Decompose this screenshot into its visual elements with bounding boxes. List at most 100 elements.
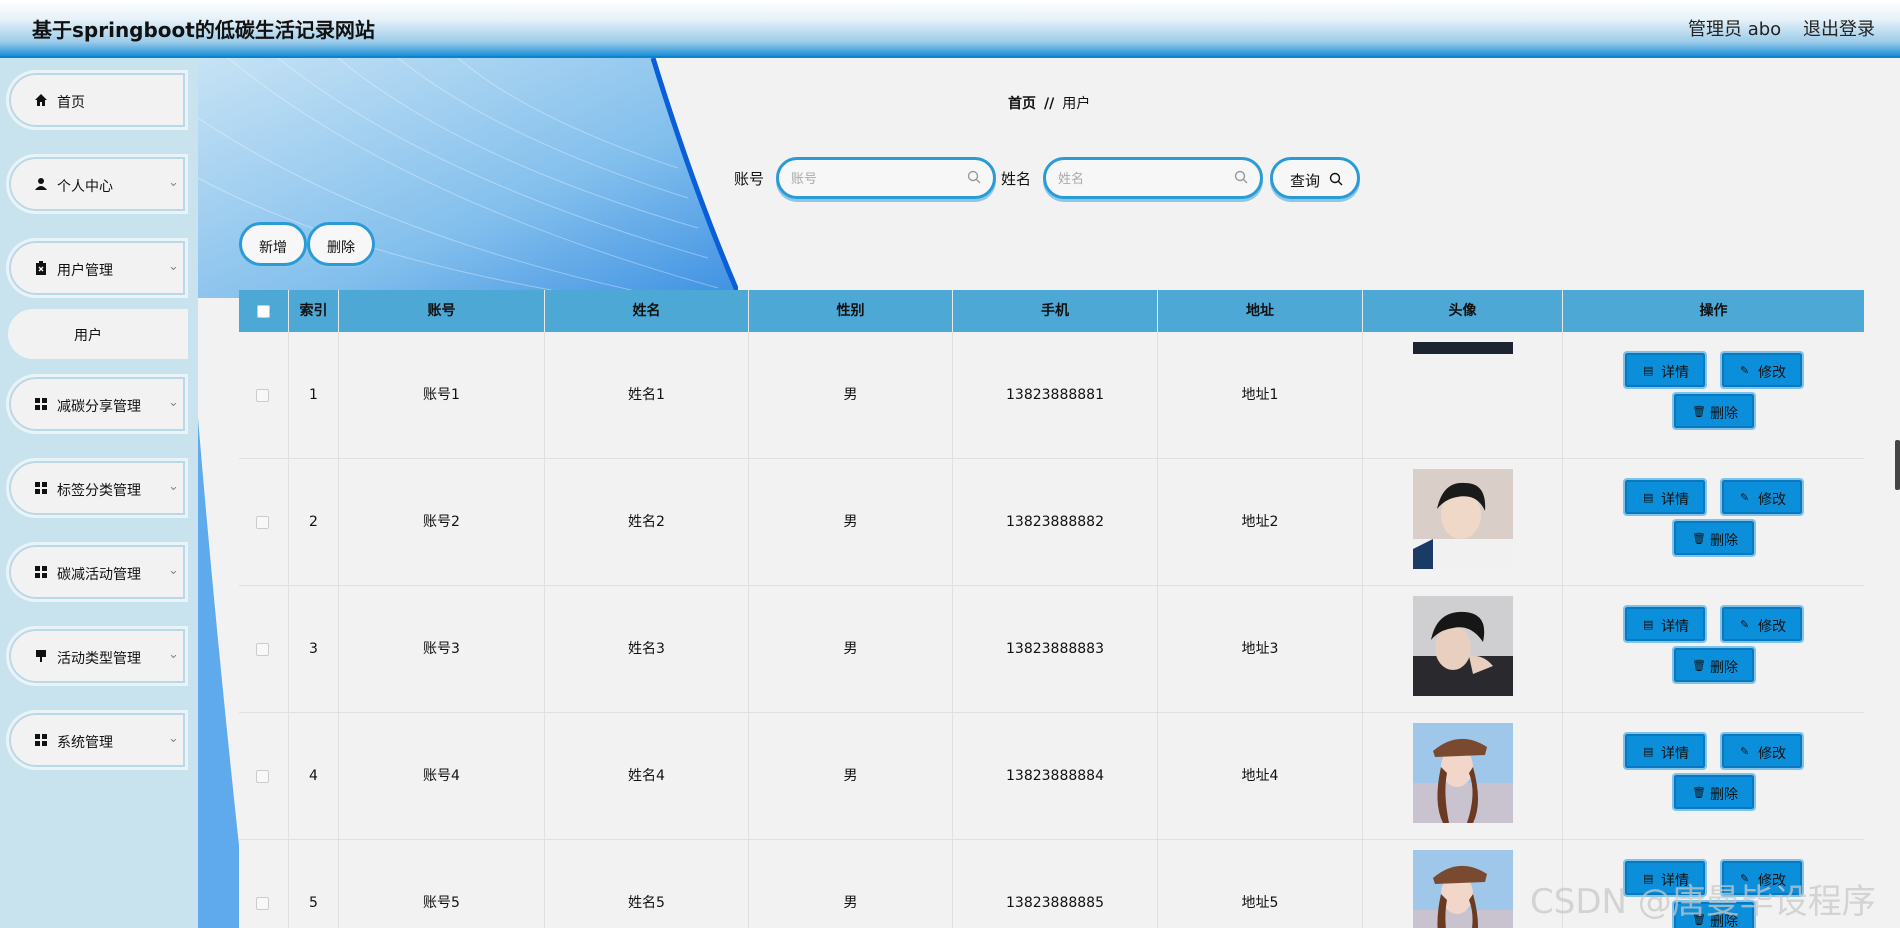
account-cell: 账号1: [339, 332, 545, 459]
phone-cell: 13823888885: [953, 840, 1158, 928]
edit-button[interactable]: ✎ 修改: [1720, 732, 1804, 770]
sidebar-item-activity-type[interactable]: 活动类型管理 ⌄: [6, 626, 188, 686]
table-row: 4 账号4 姓名4 男 13823888884 地址4 ▤ 详情 ✎ 修改 🗑 删除: [239, 713, 1864, 840]
phone-cell: 13823888884: [953, 713, 1158, 840]
grid-icon: [33, 565, 49, 581]
chevron-down-icon: ⌄: [168, 647, 179, 662]
delete-button[interactable]: 🗑 删除: [1672, 519, 1756, 557]
page-scrollbar[interactable]: [1895, 440, 1900, 490]
sidebar: 首页 个人中心 ⌄ 用户管理 ⌄ 用户 减碳分享管理 ⌄ 标签分类管理 ⌄ 碳减…: [0, 58, 198, 928]
account-input[interactable]: [791, 169, 961, 189]
row-checkbox[interactable]: [256, 897, 269, 910]
detail-button-label: 详情: [1661, 365, 1689, 381]
row-checkbox[interactable]: [256, 516, 269, 529]
logout-link[interactable]: 退出登录: [1803, 15, 1875, 41]
account-cell: 账号5: [339, 840, 545, 928]
add-button[interactable]: 新增: [239, 222, 307, 266]
address-cell: 地址5: [1158, 840, 1363, 928]
column-header: 索引: [289, 290, 339, 332]
clipboard-icon: [33, 261, 49, 277]
edit-button[interactable]: ✎ 修改: [1720, 605, 1804, 643]
row-checkbox[interactable]: [256, 770, 269, 783]
pencil-icon: ✎: [1740, 364, 1750, 377]
breadcrumb: 首页 // 用户: [1008, 93, 1090, 113]
sidebar-item-user-management[interactable]: 用户管理 ⌄: [6, 238, 188, 298]
select-cell: [239, 459, 289, 586]
sidebar-item-home[interactable]: 首页: [6, 70, 188, 130]
phone-cell: 13823888881: [953, 332, 1158, 459]
sidebar-item-personal-center[interactable]: 个人中心 ⌄: [6, 154, 188, 214]
detail-button[interactable]: ▤ 详情: [1623, 732, 1707, 770]
select-cell: [239, 840, 289, 928]
account-cell: 账号4: [339, 713, 545, 840]
index-cell: 1: [289, 332, 339, 459]
query-button[interactable]: 查询: [1270, 157, 1360, 199]
gender-cell: 男: [749, 459, 953, 586]
account-cell: 账号3: [339, 586, 545, 713]
name-cell: 姓名1: [545, 332, 749, 459]
column-header: 手机: [953, 290, 1158, 332]
sidebar-subitem-users[interactable]: 用户: [8, 309, 188, 359]
row-checkbox[interactable]: [256, 643, 269, 656]
sidebar-item-label: 系统管理: [57, 735, 113, 751]
sidebar-item-tag-category[interactable]: 标签分类管理 ⌄: [6, 458, 188, 518]
gender-cell: 男: [749, 840, 953, 928]
edit-button-label: 修改: [1758, 492, 1786, 508]
breadcrumb-home[interactable]: 首页: [1008, 96, 1036, 112]
name-cell: 姓名3: [545, 586, 749, 713]
document-icon: ▤: [1643, 491, 1654, 504]
table-row: 1 账号1 姓名1 男 13823888881 地址1 ▤ 详情 ✎ 修改 🗑 删除: [239, 332, 1864, 459]
detail-button[interactable]: ▤ 详情: [1623, 351, 1707, 389]
column-header: 头像: [1363, 290, 1563, 332]
detail-button-label: 详情: [1661, 619, 1689, 635]
delete-button[interactable]: 🗑 删除: [1672, 392, 1756, 430]
grid-icon: [33, 481, 49, 497]
current-user: 管理员 abo: [1688, 19, 1782, 40]
batch-delete-button[interactable]: 删除: [307, 222, 375, 266]
column-header: 账号: [339, 290, 545, 332]
edit-button-label: 修改: [1758, 619, 1786, 635]
user-table: 索引 账号 姓名 性别 手机 地址 头像 操作 1 账号1 姓名1 男 1382…: [239, 290, 1864, 928]
column-header: 姓名: [545, 290, 749, 332]
breadcrumb-current: 用户: [1062, 96, 1091, 112]
table-row: 2 账号2 姓名2 男 13823888882 地址2 ▤ 详情 ✎ 修改 🗑 删除: [239, 459, 1864, 586]
delete-button-label: 删除: [1710, 660, 1738, 676]
sidebar-item-label: 个人中心: [57, 179, 113, 195]
pencil-icon: ✎: [1740, 745, 1750, 758]
detail-button[interactable]: ▤ 详情: [1623, 605, 1707, 643]
sidebar-item-carbon-share[interactable]: 减碳分享管理 ⌄: [6, 374, 188, 434]
name-search-field[interactable]: [1043, 157, 1263, 199]
trash-icon: 🗑: [1692, 405, 1706, 418]
edit-button[interactable]: ✎ 修改: [1720, 351, 1804, 389]
sidebar-item-label: 用户管理: [57, 263, 113, 279]
column-header: 操作: [1699, 303, 1728, 319]
search-icon: [1234, 170, 1248, 184]
name-label: 姓名: [1001, 170, 1032, 188]
index-cell: 3: [289, 586, 339, 713]
sidebar-item-system[interactable]: 系统管理 ⌄: [6, 710, 188, 770]
name-input[interactable]: [1058, 169, 1228, 189]
search-icon: [967, 170, 981, 184]
edit-button[interactable]: ✎ 修改: [1720, 478, 1804, 516]
search-icon: [1329, 172, 1343, 186]
detail-button[interactable]: ▤ 详情: [1623, 478, 1707, 516]
index-cell: 2: [289, 459, 339, 586]
select-all-checkbox[interactable]: [257, 305, 270, 318]
row-checkbox[interactable]: [256, 389, 269, 402]
document-icon: ▤: [1643, 745, 1654, 758]
sidebar-item-label: 活动类型管理: [57, 651, 141, 667]
account-search-field[interactable]: [776, 157, 996, 199]
gender-cell: 男: [749, 586, 953, 713]
chevron-down-icon: ⌄: [168, 175, 179, 190]
trash-icon: 🗑: [1692, 659, 1706, 672]
table-header: 索引 账号 姓名 性别 手机 地址 头像 操作: [239, 290, 1864, 332]
delete-button-label: 删除: [1710, 787, 1738, 803]
sidebar-item-label: 减碳分享管理: [57, 399, 141, 415]
query-button-label: 查询: [1290, 172, 1321, 190]
delete-button[interactable]: 🗑 删除: [1672, 773, 1756, 811]
delete-button[interactable]: 🗑 删除: [1672, 646, 1756, 684]
pencil-icon: ✎: [1740, 491, 1750, 504]
avatar: [1413, 469, 1513, 569]
name-cell: 姓名4: [545, 713, 749, 840]
sidebar-item-carbon-activity[interactable]: 碳减活动管理 ⌄: [6, 542, 188, 602]
